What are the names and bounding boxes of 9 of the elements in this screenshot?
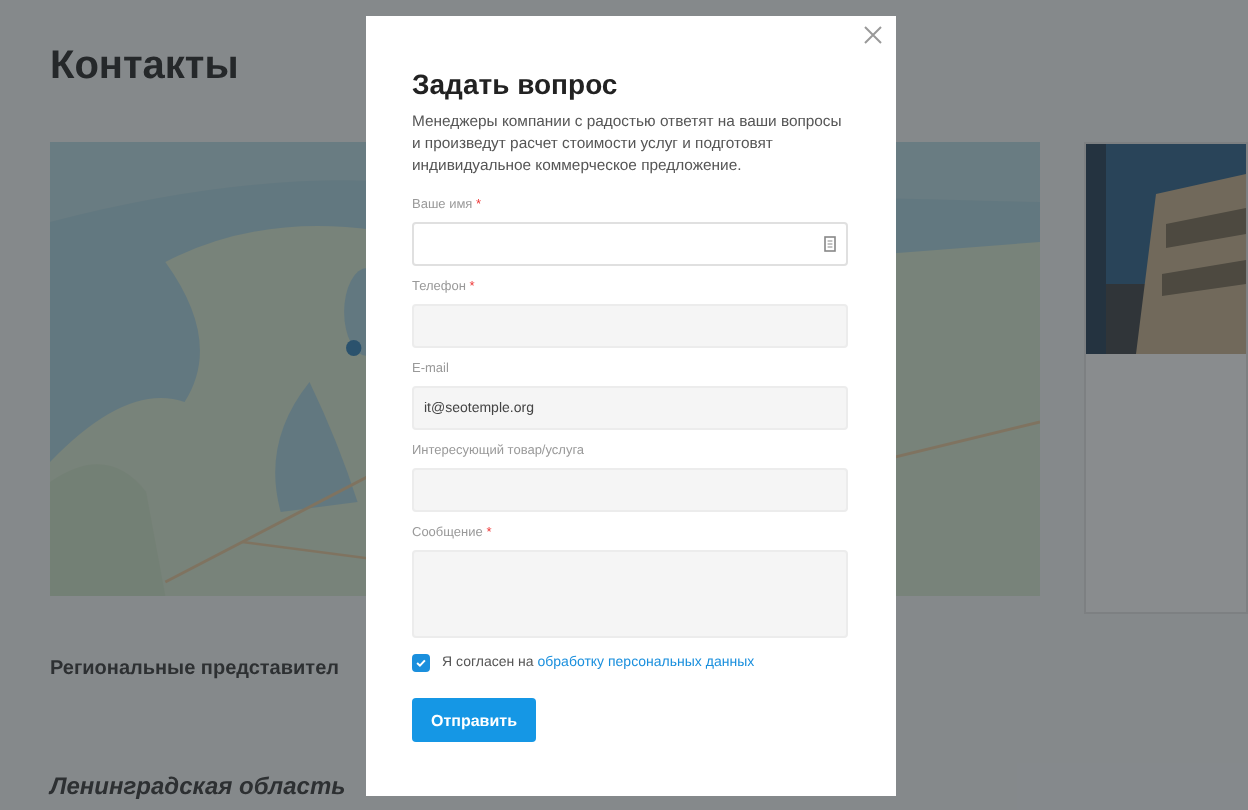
input-field[interactable] [412,222,848,266]
contact-card-icon [824,236,836,252]
submit-button[interactable]: Отправить [412,698,536,742]
page-title: Контакты [50,44,239,90]
modal-title: Задать вопрос [412,68,620,102]
consent-checkbox[interactable] [412,654,430,672]
close-icon[interactable] [864,26,882,44]
region-heading: Ленинградская область [50,772,346,800]
section-heading: Региональные представител [50,658,339,680]
